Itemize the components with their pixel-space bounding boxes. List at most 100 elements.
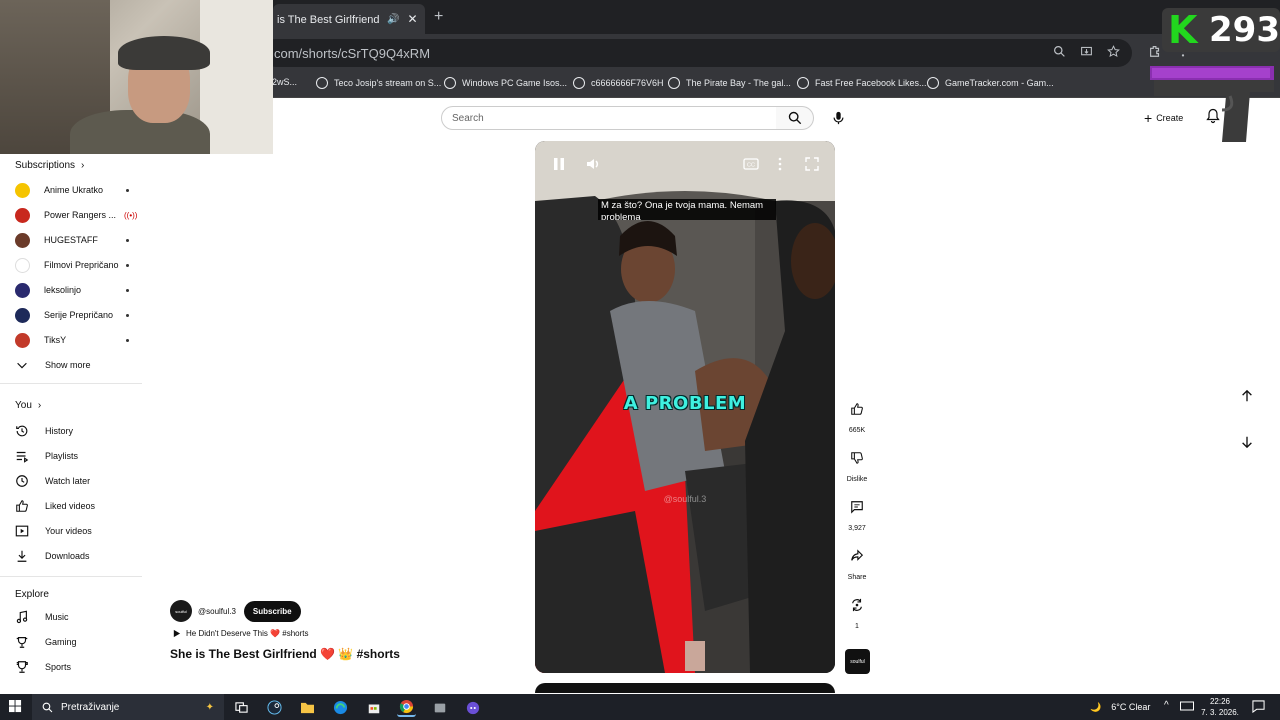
sidebar-item-your-videos[interactable]: Your videos	[15, 521, 145, 541]
you-title: You	[15, 400, 32, 411]
video-watermark: @soulful.3	[663, 494, 707, 504]
subscriptions-header[interactable]: Subscriptions ›	[15, 160, 84, 171]
bookmark-item[interactable]: Fast Free Facebook Likes...	[797, 77, 927, 89]
file-explorer-icon[interactable]	[298, 698, 317, 717]
explore-title: Explore	[15, 589, 49, 600]
edge-icon[interactable]	[331, 698, 350, 717]
dislike-button[interactable]: Dislike	[843, 444, 871, 483]
bookmark-label: Fast Free Facebook Likes...	[815, 78, 927, 88]
share-button[interactable]: Share	[843, 542, 871, 581]
subscription-name: Filmovi Prepričano	[44, 260, 119, 270]
shorts-player[interactable]: CC M za što? Ona je tvoja mama. Nemam pr…	[535, 141, 835, 673]
weather-moon-icon: 🌙	[1090, 701, 1102, 712]
keyboard-icon[interactable]	[1180, 700, 1194, 715]
subscriptions-title: Subscriptions	[15, 160, 76, 171]
new-dot	[126, 238, 129, 242]
store-icon[interactable]	[364, 698, 383, 717]
sidebar-subscription[interactable]: Serije Prepričano	[15, 305, 145, 325]
globe-icon	[444, 77, 456, 89]
subscription-name: HUGESTAFF	[44, 235, 98, 245]
tab-close-icon[interactable]: ✕	[407, 12, 417, 26]
search-input[interactable]: Search	[441, 106, 777, 130]
channel-info: soulful @soulful.3 Subscribe	[170, 600, 301, 622]
new-tab-icon[interactable]: +	[434, 8, 443, 26]
sidebar-divider	[0, 383, 142, 384]
previous-short-button[interactable]	[1233, 382, 1261, 410]
bookmark-item[interactable]: c6666666F76V6H	[573, 77, 664, 89]
watch-later-icon	[16, 475, 28, 487]
you-header[interactable]: You ›	[15, 400, 41, 411]
steam-icon[interactable]	[265, 698, 284, 717]
gaming-icon	[16, 637, 28, 648]
sidebar-item-watch-later[interactable]: Watch later	[15, 471, 145, 491]
sidebar-subscription[interactable]: HUGESTAFF	[15, 230, 145, 250]
chevron-down-icon	[17, 362, 27, 369]
video-title: She is The Best Girlfriend ❤️ 👑 #shorts	[170, 647, 400, 661]
sports-icon	[16, 661, 28, 673]
next-short-button[interactable]	[1233, 428, 1261, 456]
counter-value: 293	[1209, 10, 1280, 50]
chrome-icon[interactable]	[397, 698, 416, 717]
sidebar-item-liked-videos[interactable]: Liked videos	[15, 496, 145, 516]
captions-icon[interactable]: CC	[743, 158, 759, 173]
globe-icon	[668, 77, 680, 89]
pause-icon[interactable]	[553, 157, 565, 174]
browser-tab[interactable]: is The Best Girlfriend ❤️ 👑 #s 🔊 ✕	[273, 4, 425, 34]
streamer-cap	[118, 36, 210, 70]
bookmark-item[interactable]: GameTracker.com - Gam...	[927, 77, 1054, 89]
sound-title: He Didn't Deserve This ❤️ #shorts	[186, 629, 309, 638]
install-icon[interactable]	[1080, 45, 1093, 58]
sound-channel-thumbnail[interactable]: soulful	[845, 649, 870, 674]
taskbar-clock[interactable]: 22:26 7. 3. 2026.	[1200, 696, 1240, 718]
tab-audio-icon[interactable]: 🔊	[387, 14, 399, 25]
sidebar-item-music[interactable]: Music	[15, 607, 145, 627]
bookmark-item[interactable]: The Pirate Bay - The gal...	[668, 77, 791, 89]
sidebar-subscription[interactable]: TiksY	[15, 330, 145, 350]
subscribe-button[interactable]: Subscribe	[243, 600, 301, 622]
sidebar-item-history[interactable]: History	[15, 421, 145, 441]
bookmark-item[interactable]: Teco Josip's stream on S...	[316, 77, 441, 89]
more-options-icon[interactable]	[777, 157, 783, 174]
sound-link[interactable]: He Didn't Deserve This ❤️ #shorts	[172, 629, 309, 638]
discord-like-icon[interactable]	[463, 698, 482, 717]
address-bar[interactable]: com/shorts/cSrTQ9Q4xRM	[262, 39, 1132, 67]
channel-handle[interactable]: @soulful.3	[198, 607, 236, 616]
sidebar-item-sports[interactable]: Sports	[15, 657, 145, 677]
like-button[interactable]: 665K	[843, 395, 871, 434]
bookmark-star-icon[interactable]	[1107, 45, 1120, 58]
channel-avatar[interactable]: soulful	[170, 600, 192, 622]
sidebar-subscription[interactable]: Filmovi Prepričano	[15, 255, 145, 275]
app-icon[interactable]	[430, 698, 449, 717]
show-more-button[interactable]: Show more	[15, 355, 145, 375]
bookmark-item[interactable]: Windows PC Game Isos...	[444, 77, 567, 89]
weather-text[interactable]: 6°C Clear	[1111, 702, 1150, 712]
tray-chevron-icon[interactable]: ^	[1164, 700, 1169, 711]
sidebar-subscription[interactable]: Power Rangers ... ((•))	[15, 205, 145, 225]
sidebar-item-gaming[interactable]: Gaming	[15, 632, 145, 652]
playlists-icon	[16, 451, 29, 463]
taskbar-search[interactable]: Pretraživanje ✦	[32, 694, 224, 720]
bookmark-label: GameTracker.com - Gam...	[945, 78, 1054, 88]
sidebar-item-playlists[interactable]: Playlists	[15, 446, 145, 466]
remix-count: 1	[855, 623, 859, 630]
next-short-preview[interactable]	[535, 683, 835, 693]
avatar	[15, 207, 30, 223]
windows-start-icon[interactable]	[9, 700, 22, 716]
fullscreen-icon[interactable]	[805, 157, 819, 174]
bookmark-item[interactable]: 2wS...	[272, 77, 297, 87]
sidebar-subscription[interactable]: Anime Ukratko	[15, 180, 145, 200]
volume-icon[interactable]	[585, 156, 601, 175]
comment-icon	[851, 501, 863, 514]
zoom-icon[interactable]	[1053, 45, 1066, 58]
extensions-icon[interactable]	[1148, 44, 1162, 58]
remix-button[interactable]: 1	[843, 591, 871, 630]
voice-search-button[interactable]	[826, 106, 850, 130]
comments-button[interactable]: 3,927	[843, 493, 871, 532]
search-button[interactable]	[776, 106, 814, 130]
sidebar-item-downloads[interactable]: Downloads	[15, 546, 145, 566]
notification-center-icon[interactable]	[1252, 700, 1265, 716]
task-view-icon[interactable]	[232, 698, 251, 717]
k-logo: K	[1168, 8, 1198, 52]
new-dot	[126, 338, 129, 342]
sidebar-subscription[interactable]: leksolinjo	[15, 280, 145, 300]
